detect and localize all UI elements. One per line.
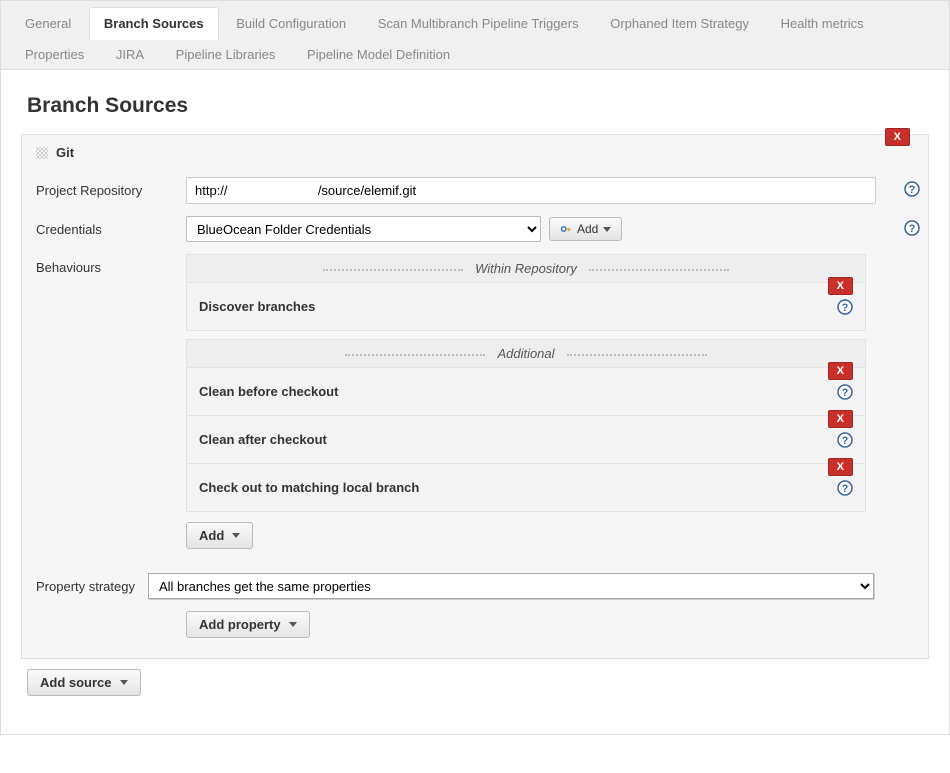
svg-text:?: ? [909,184,916,196]
tab-jira[interactable]: JIRA [102,39,158,70]
help-icon[interactable]: ? [837,432,853,448]
add-property-row: Add property [22,605,928,644]
tab-branch-sources[interactable]: Branch Sources [89,7,219,40]
credentials-add-label: Add [577,222,598,236]
svg-text:?: ? [842,302,849,314]
chevron-down-icon [120,680,128,685]
behaviours-add-button[interactable]: Add [186,522,253,549]
property-strategy-label: Property strategy [36,573,148,594]
svg-text:?: ? [842,483,849,495]
behaviour-title: Clean before checkout [199,384,338,399]
behaviour-title: Check out to matching local branch [199,480,419,495]
within-repository-header: Within Repository [186,254,866,283]
help-icon[interactable]: ? [904,181,920,197]
additional-header: Additional [186,339,866,368]
delete-behaviour-button[interactable]: X [828,362,853,380]
git-source-box: X Git Project Repository ? Credentials B… [21,134,929,659]
chevron-down-icon [603,227,611,232]
svg-text:?: ? [842,387,849,399]
footer-area: Add source [21,659,929,714]
behaviours-label: Behaviours [36,254,186,275]
delete-behaviour-button[interactable]: X [828,410,853,428]
drag-handle-icon[interactable] [36,147,48,159]
chevron-down-icon [232,533,240,538]
tab-general[interactable]: General [11,8,85,39]
tab-build-configuration[interactable]: Build Configuration [222,8,360,39]
credentials-select[interactable]: BlueOcean Folder Credentials [186,216,541,242]
source-type-label: Git [56,145,74,160]
repo-row: Project Repository ? [22,171,928,210]
help-icon[interactable]: ? [837,299,853,315]
credentials-row: Credentials BlueOcean Folder Credentials… [22,210,928,248]
behaviours-add-label: Add [199,528,224,543]
behaviours-row: Behaviours Within Repository X Discover … [22,248,928,555]
help-icon[interactable]: ? [904,220,920,236]
tab-scan-triggers[interactable]: Scan Multibranch Pipeline Triggers [364,8,593,39]
source-header: Git [22,135,928,171]
behaviour-title: Clean after checkout [199,432,327,447]
help-icon[interactable]: ? [837,384,853,400]
behaviour-checkout-matching-local: X Check out to matching local branch ? [186,464,866,512]
add-property-label: Add property [199,617,281,632]
tab-pipeline-libraries[interactable]: Pipeline Libraries [162,39,290,70]
credentials-add-button[interactable]: Add [549,217,622,241]
svg-text:?: ? [842,435,849,447]
credentials-label: Credentials [36,216,186,237]
tab-properties[interactable]: Properties [11,39,98,70]
section-title: Branch Sources [27,94,923,118]
delete-behaviour-button[interactable]: X [828,277,853,295]
config-page: General Branch Sources Build Configurati… [0,0,950,735]
tab-health-metrics[interactable]: Health metrics [767,8,878,39]
behaviour-clean-after-checkout: X Clean after checkout ? [186,416,866,464]
delete-source-button[interactable]: X [885,128,910,146]
chevron-down-icon [289,622,297,627]
property-strategy-row: Property strategy All branches get the s… [22,567,928,605]
add-property-button[interactable]: Add property [186,611,310,638]
add-source-label: Add source [40,675,112,690]
delete-behaviour-button[interactable]: X [828,458,853,476]
add-source-button[interactable]: Add source [27,669,141,696]
property-strategy-select[interactable]: All branches get the same properties [148,573,874,599]
content-area: Branch Sources X Git Project Repository … [1,70,949,734]
behaviour-title: Discover branches [199,299,315,314]
help-icon[interactable]: ? [837,480,853,496]
tab-bar: General Branch Sources Build Configurati… [1,1,949,70]
behaviour-discover-branches: X Discover branches ? [186,283,866,331]
behaviour-clean-before-checkout: X Clean before checkout ? [186,368,866,416]
tab-orphaned-item-strategy[interactable]: Orphaned Item Strategy [596,8,763,39]
key-icon [560,223,572,235]
tab-pipeline-model-definition[interactable]: Pipeline Model Definition [293,39,464,70]
behaviours-container: Within Repository X Discover branches ? … [186,254,866,549]
repo-label: Project Repository [36,177,186,198]
svg-text:?: ? [909,223,916,235]
repo-input[interactable] [186,177,876,204]
